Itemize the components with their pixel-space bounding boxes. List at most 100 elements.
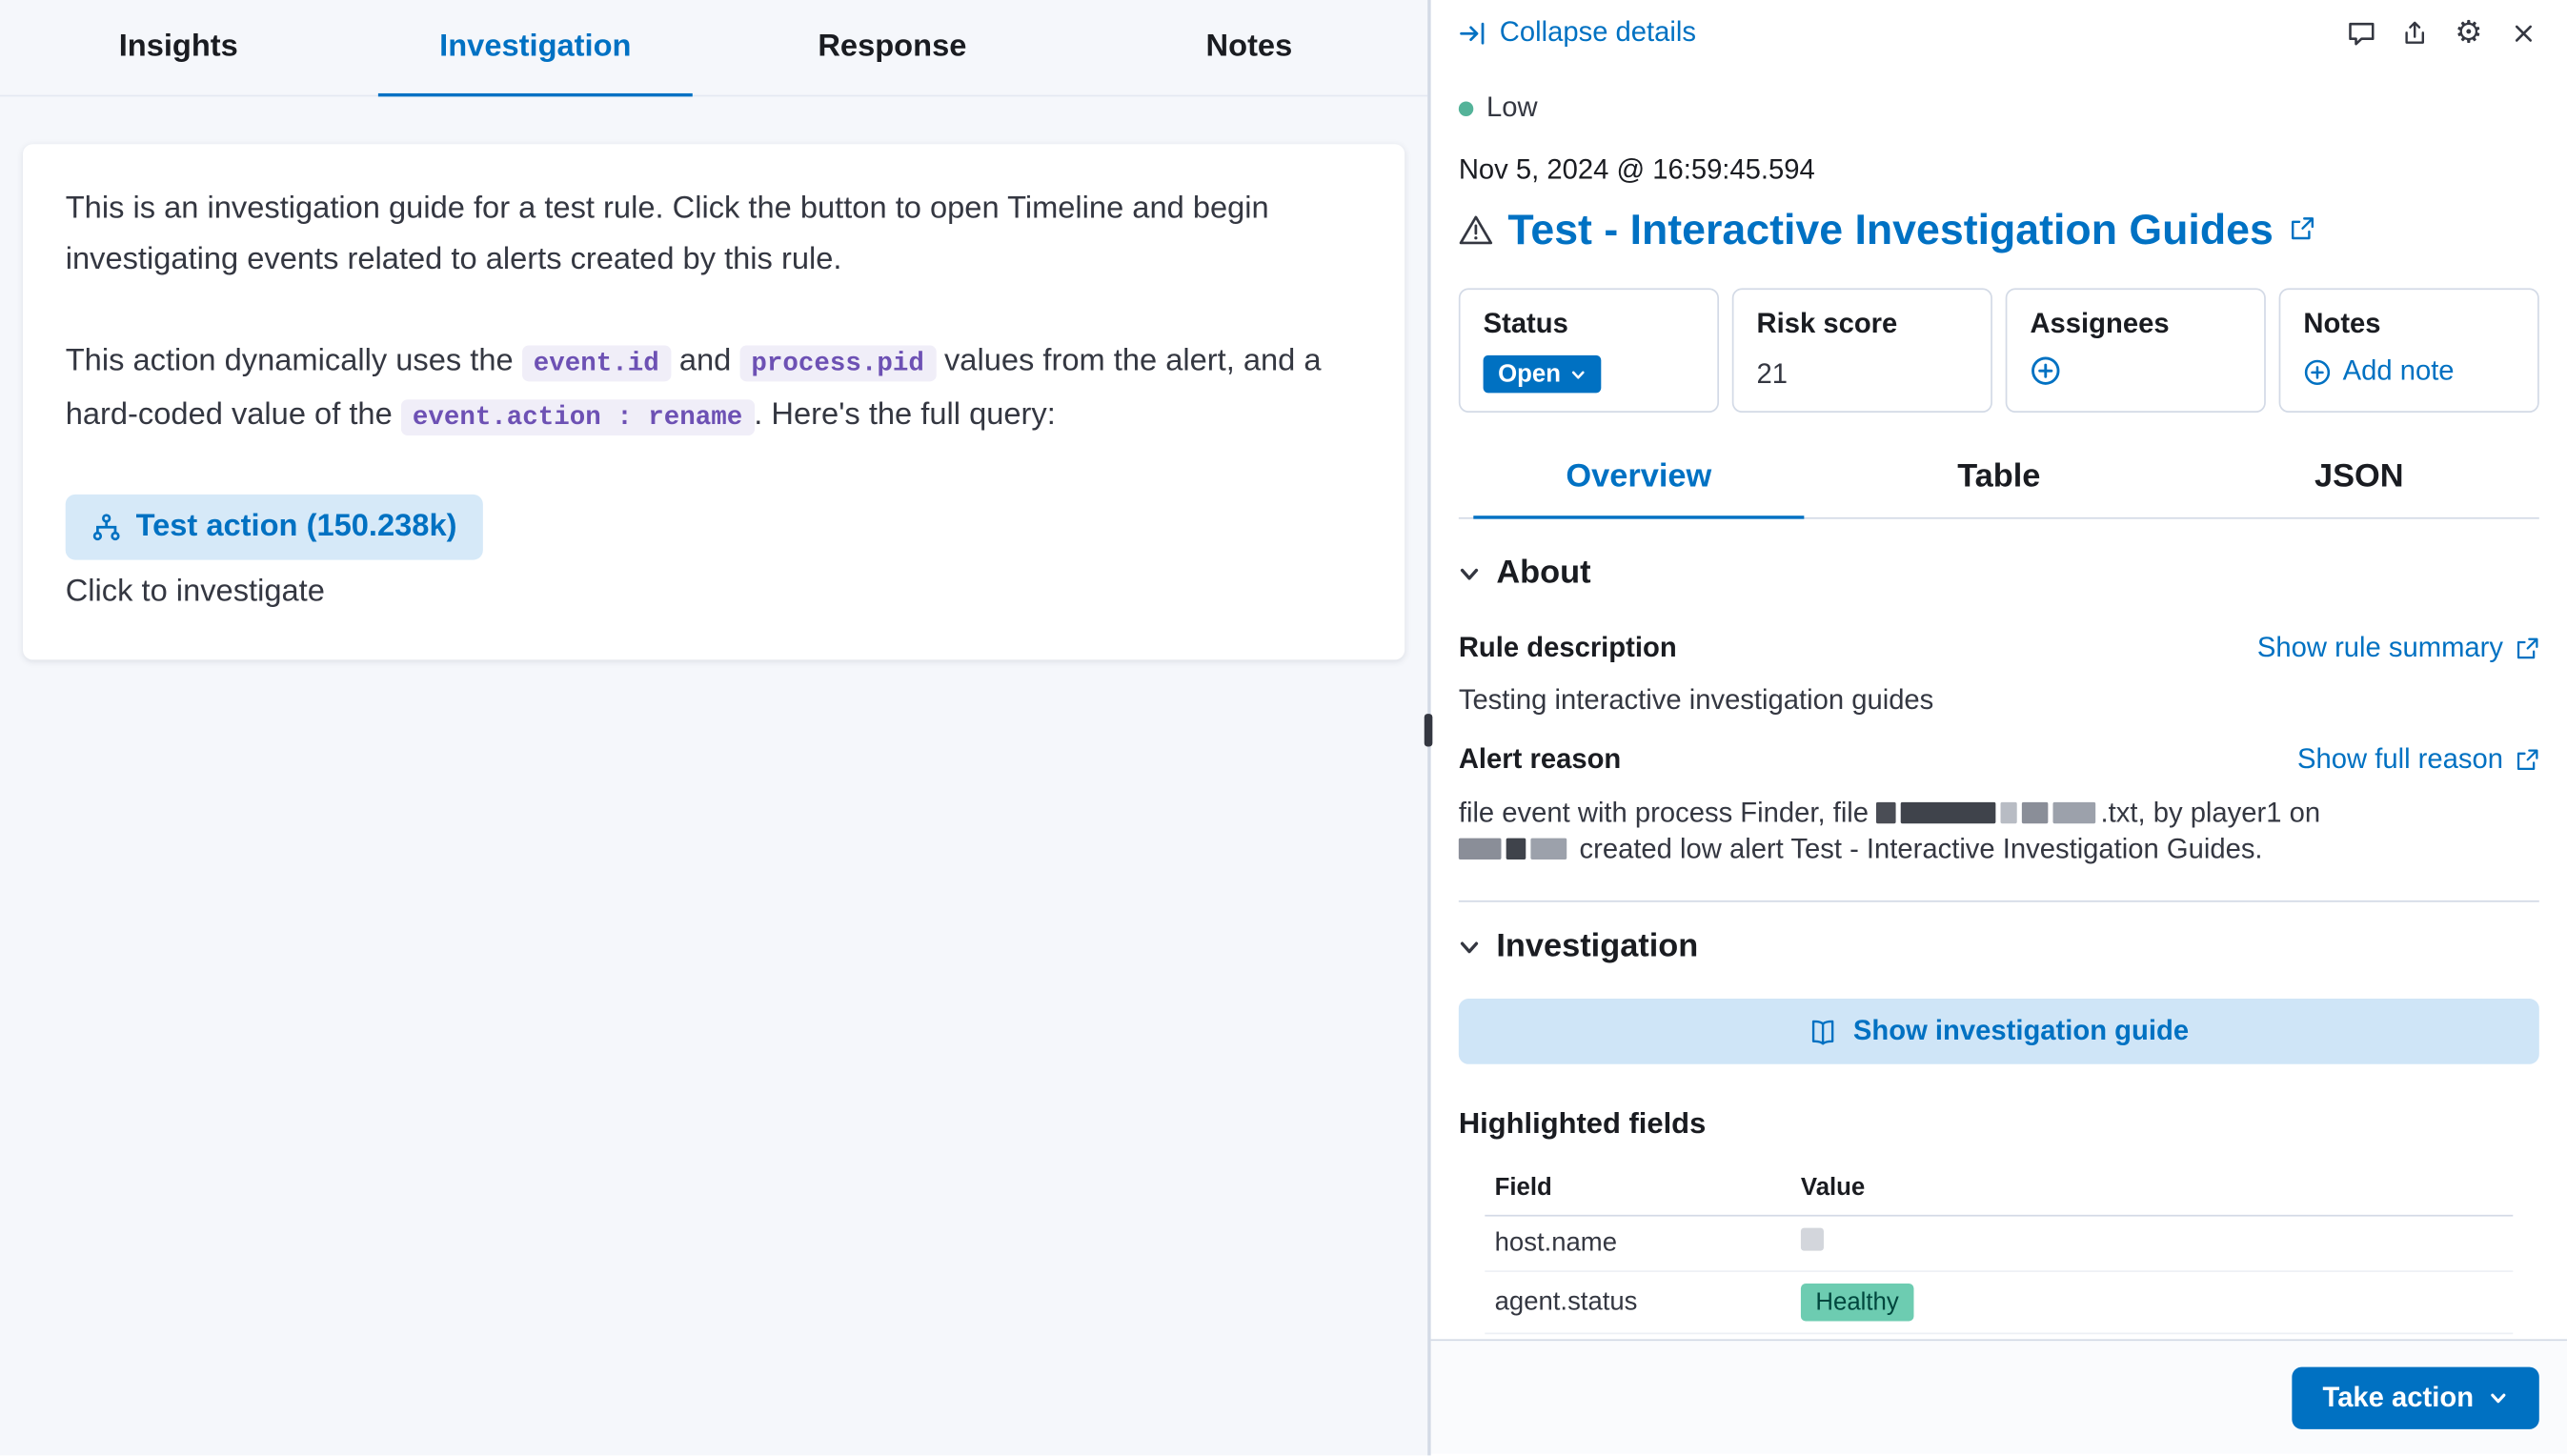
comment-icon[interactable] — [2344, 16, 2376, 49]
redacted-block — [2053, 802, 2096, 823]
table-header-row: Field Value — [1485, 1161, 2513, 1216]
show-rule-summary-label: Show rule summary — [2257, 632, 2503, 664]
investigation-accordion-toggle[interactable]: Investigation — [1459, 928, 2539, 966]
chevron-down-icon — [1459, 937, 1480, 958]
flyout-header: Collapse details ⚙ — [1431, 0, 2567, 66]
add-assignee-button[interactable] — [2030, 355, 2061, 387]
alert-title-link[interactable]: Test - Interactive Investigation Guides — [1507, 203, 2273, 255]
take-action-button[interactable]: Take action — [2292, 1366, 2539, 1428]
panel-resize-handle[interactable] — [1425, 714, 1433, 746]
panel-divider — [1427, 0, 1430, 1455]
alert-timestamp: Nov 5, 2024 @ 16:59:45.594 — [1459, 154, 2539, 187]
tab-response[interactable]: Response — [714, 0, 1071, 95]
section-divider — [1459, 900, 2539, 902]
status-open-dropdown[interactable]: Open — [1484, 355, 1602, 394]
assignees-card: Assignees — [2006, 288, 2266, 413]
tab-json[interactable]: JSON — [2179, 442, 2539, 517]
alert-details-right-panel: Collapse details ⚙ — [1431, 0, 2567, 1455]
popout-icon — [2515, 636, 2539, 660]
redacted-block — [1506, 839, 1526, 859]
investigation-guide-card: This is an investigation guide for a tes… — [23, 144, 1405, 659]
test-action-label: Test action (150.238k) — [136, 509, 457, 545]
redacted-block — [1459, 839, 1502, 859]
severity-label: Low — [1486, 91, 1538, 124]
show-full-reason-link[interactable]: Show full reason — [2297, 743, 2539, 776]
code-event-id: event.id — [522, 346, 671, 382]
table-row: agent.status Healthy — [1485, 1272, 2513, 1334]
tab-overview[interactable]: Overview — [1459, 442, 1819, 517]
tab-notes[interactable]: Notes — [1071, 0, 1428, 95]
screen: Insights Investigation Response Notes Th… — [0, 0, 2567, 1455]
chevron-down-icon — [1570, 366, 1587, 382]
column-header-field: Field — [1495, 1174, 1801, 1202]
field-host-name: host.name — [1495, 1228, 1801, 1258]
share-icon[interactable] — [2398, 16, 2431, 49]
notes-card: Notes Add note — [2279, 288, 2539, 413]
collapse-arrow-icon — [1459, 19, 1486, 47]
field-agent-status: agent.status — [1495, 1287, 1801, 1317]
show-rule-summary-link[interactable]: Show rule summary — [2257, 632, 2539, 664]
assignees-label: Assignees — [2030, 308, 2241, 340]
rule-description-row: Rule description Show rule summary — [1459, 632, 2539, 664]
collapse-details-label: Collapse details — [1500, 16, 1696, 49]
take-action-label: Take action — [2323, 1381, 2475, 1413]
alert-reason-label: Alert reason — [1459, 743, 1621, 776]
rule-description-label: Rule description — [1459, 632, 1677, 664]
alert-details-flyout: Insights Investigation Response Notes Th… — [0, 0, 2567, 1455]
alert-reason-row: Alert reason Show full reason — [1459, 743, 2539, 776]
book-icon — [1809, 1018, 1837, 1045]
details-tab-bar: Overview Table JSON — [1459, 442, 2539, 519]
risk-score-value: 21 — [1757, 358, 1969, 391]
rule-description-text: Testing interactive investigation guides — [1459, 684, 2539, 717]
gear-icon[interactable]: ⚙ — [2453, 16, 2485, 49]
popout-icon — [2515, 747, 2539, 772]
about-heading: About — [1496, 555, 1590, 593]
redacted-block — [2022, 802, 2048, 823]
show-investigation-guide-button[interactable]: Show investigation guide — [1459, 999, 2539, 1064]
alert-reason-text: file event with process Finder, file .tx… — [1459, 796, 2539, 868]
risk-score-card: Risk score 21 — [1732, 288, 1992, 413]
tab-investigation[interactable]: Investigation — [357, 0, 715, 95]
code-event-action-rename: event.action : rename — [401, 399, 754, 435]
tab-table[interactable]: Table — [1819, 442, 2179, 517]
external-link-icon[interactable] — [2288, 216, 2314, 242]
flyout-body: Low Nov 5, 2024 @ 16:59:45.594 Test - In… — [1431, 66, 2567, 1340]
sitemap-icon — [91, 513, 121, 542]
agent-status-badge: Healthy — [1801, 1284, 1913, 1322]
table-row: host.name — [1485, 1217, 2513, 1272]
flyout-footer: Take action — [1431, 1339, 2567, 1453]
guide-paragraph-2: This action dynamically uses the event.i… — [66, 335, 1363, 443]
tab-insights[interactable]: Insights — [0, 0, 357, 95]
highlighted-fields-heading: Highlighted fields — [1459, 1106, 2539, 1141]
add-note-button[interactable]: Add note — [2303, 355, 2454, 388]
alert-title-row: Test - Interactive Investigation Guides — [1459, 203, 2539, 255]
chevron-down-icon — [2489, 1387, 2509, 1407]
severity-dot-icon — [1459, 101, 1473, 115]
close-icon[interactable] — [2506, 16, 2538, 49]
column-header-value: Value — [1801, 1174, 2503, 1202]
risk-score-label: Risk score — [1757, 308, 1969, 340]
code-process-pid: process.pid — [739, 346, 936, 382]
show-full-reason-label: Show full reason — [2297, 743, 2503, 776]
redacted-block — [1901, 802, 1996, 823]
chevron-down-icon — [1459, 563, 1480, 584]
highlighted-fields-table: Field Value host.name agent.status Healt… — [1485, 1161, 2513, 1334]
left-tab-bar: Insights Investigation Response Notes — [0, 0, 1427, 96]
notes-label: Notes — [2303, 308, 2515, 340]
guide-paragraph-1: This is an investigation guide for a tes… — [66, 183, 1363, 285]
about-accordion-toggle[interactable]: About — [1459, 555, 2539, 593]
add-note-label: Add note — [2343, 355, 2455, 388]
investigation-heading: Investigation — [1496, 928, 1698, 966]
warning-icon — [1459, 213, 1493, 245]
summary-cards-row: Status Open Risk score 21 Assigne — [1459, 288, 2539, 413]
redacted-block — [1530, 839, 1566, 859]
redacted-block — [1801, 1228, 1824, 1251]
collapse-details-button[interactable]: Collapse details — [1459, 16, 1696, 49]
plus-circle-icon — [2030, 355, 2061, 387]
redacted-block — [2001, 802, 2017, 823]
test-action-button[interactable]: Test action (150.238k) — [66, 495, 483, 560]
click-to-investigate-caption: Click to investigate — [66, 575, 1363, 611]
left-preview-panel: Insights Investigation Response Notes Th… — [0, 0, 1427, 1455]
severity-row: Low — [1459, 91, 2539, 124]
status-label: Status — [1484, 308, 1695, 340]
